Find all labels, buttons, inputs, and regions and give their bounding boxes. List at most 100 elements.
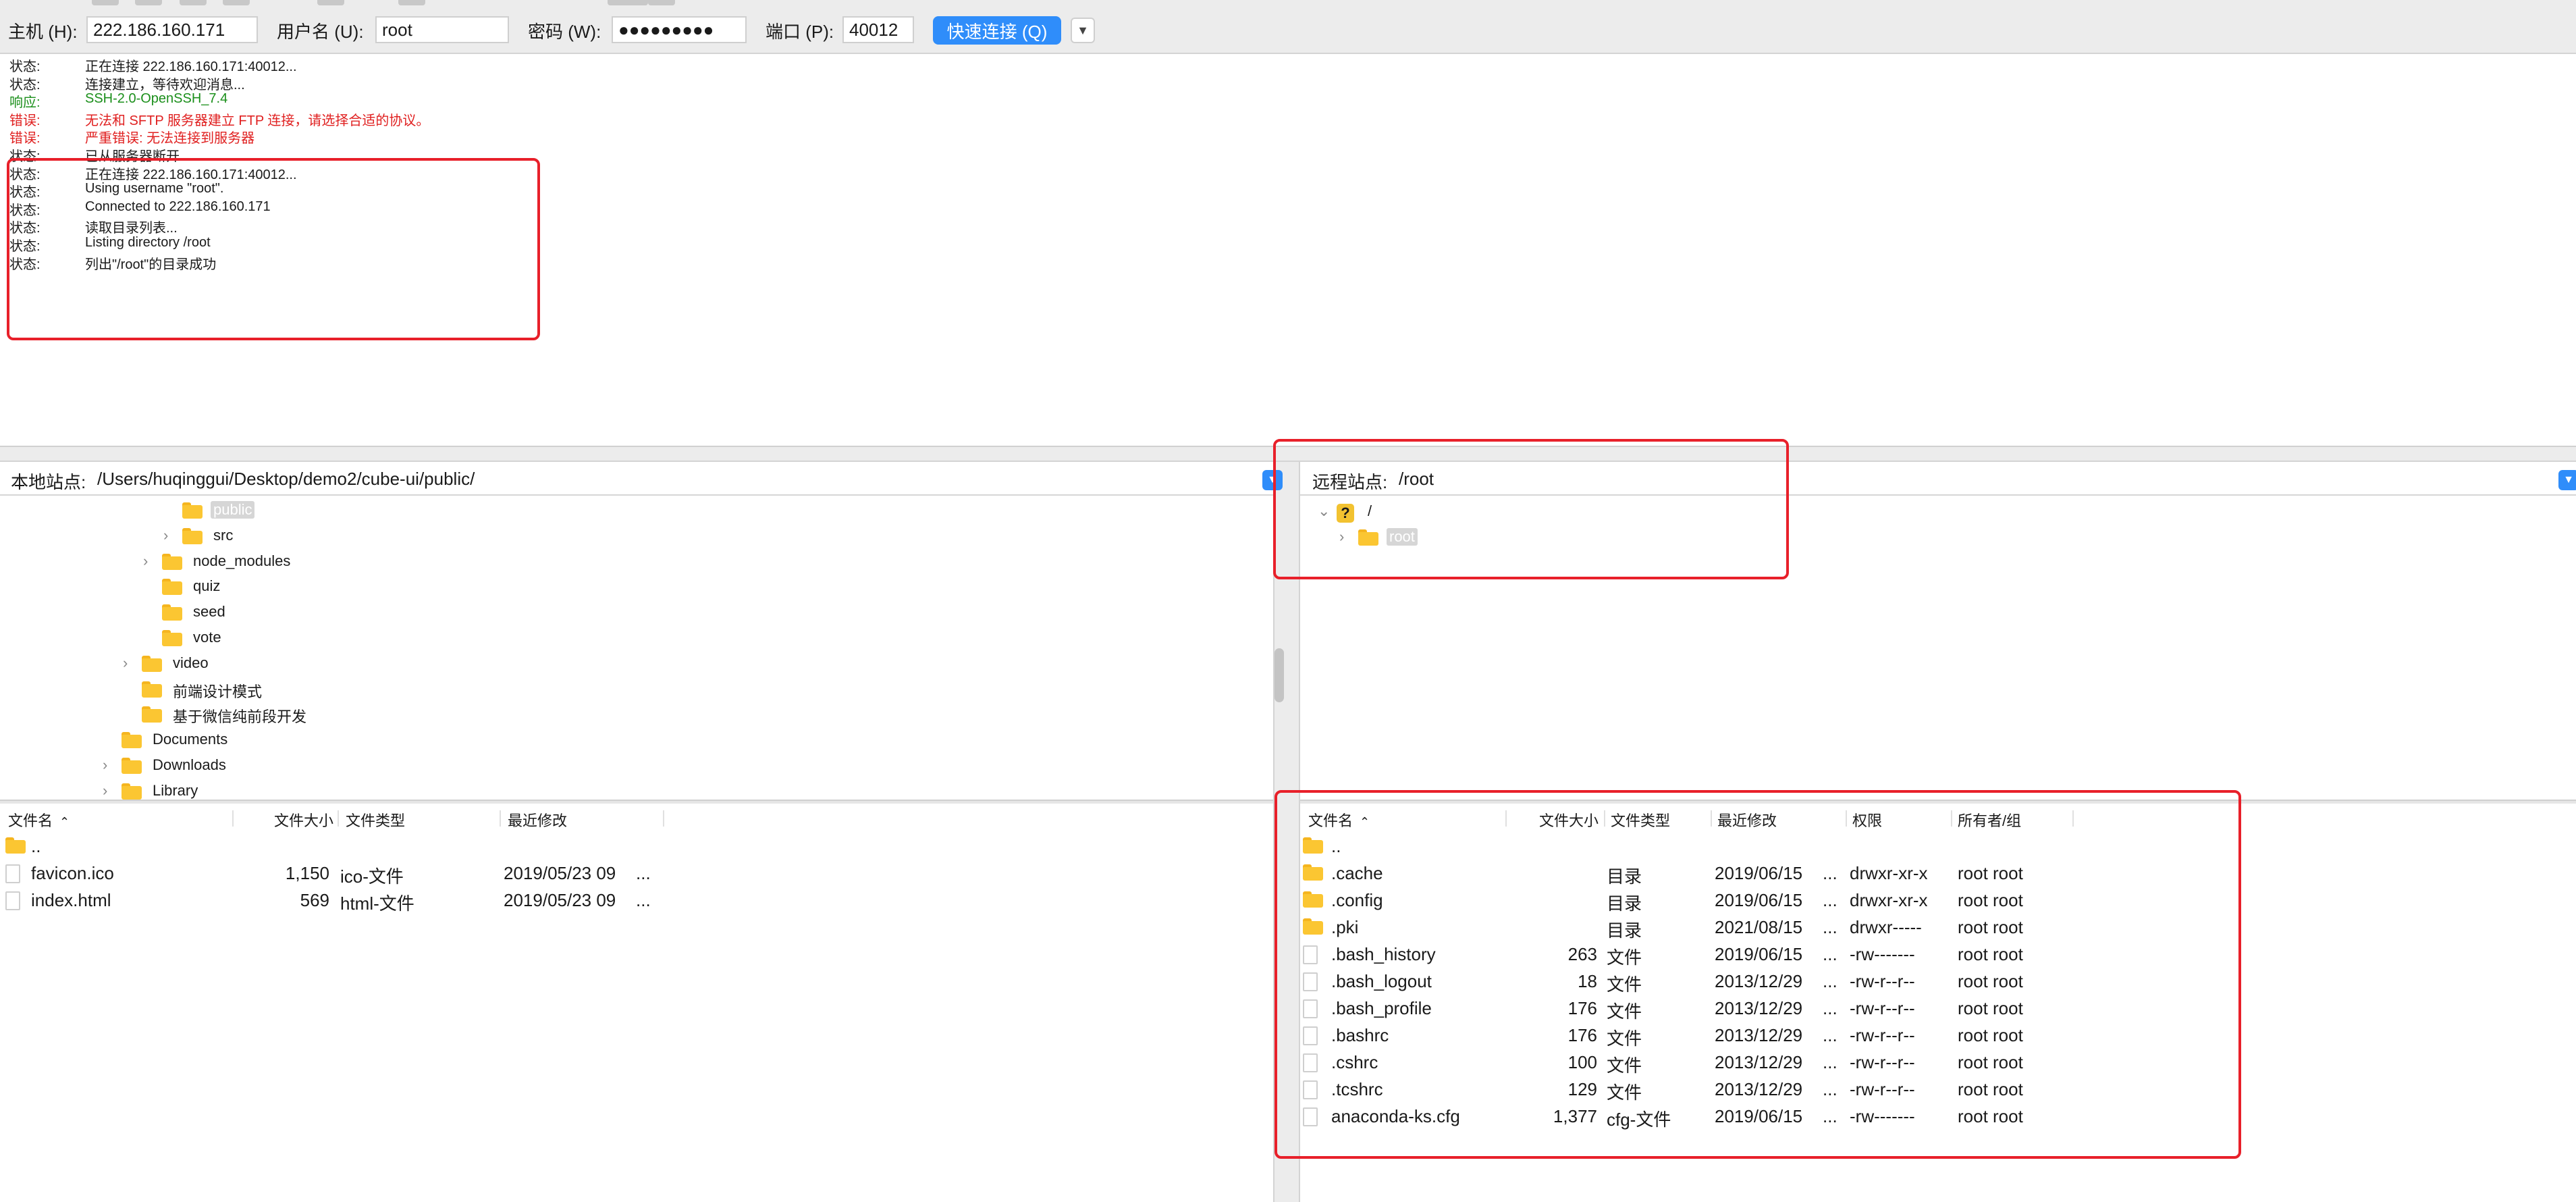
- folder-icon-wrap: [162, 604, 182, 621]
- log-text: 严重错误: 无法连接到服务器: [85, 131, 255, 147]
- folder-icon: [5, 837, 26, 854]
- toolbar-button-strip[interactable]: [398, 0, 425, 5]
- folder-icon: [182, 527, 203, 544]
- folder-icon: [122, 732, 142, 749]
- username-input[interactable]: [375, 16, 509, 43]
- local-file-list[interactable]: 文件名 ⌃ 文件大小 文件类型 最近修改 .. favicon.ico 1,150 ic…: [0, 804, 1273, 1202]
- log-kind: 状态:: [9, 77, 41, 93]
- file-row[interactable]: ..: [0, 832, 1273, 859]
- file-size: 569: [300, 890, 329, 910]
- tree-item-label: video: [173, 654, 209, 671]
- tree-item[interactable]: › src: [163, 524, 568, 548]
- folder-icon-wrap: [122, 783, 142, 800]
- log-kind: 错误:: [9, 131, 41, 147]
- log-line: 状态: 连接建立，等待欢迎消息...: [0, 74, 2576, 93]
- folder-icon-wrap: [122, 758, 142, 774]
- tree-item-label: seed: [193, 603, 225, 621]
- chevron-right-icon[interactable]: ›: [143, 552, 157, 570]
- chevron-right-icon[interactable]: ›: [123, 654, 136, 672]
- tree-item[interactable]: seed: [143, 600, 548, 625]
- file-name: index.html: [31, 890, 111, 910]
- column-name[interactable]: 文件名 ⌃: [8, 809, 70, 831]
- toolbar-button-strip[interactable]: [180, 0, 207, 5]
- local-tree-scrollbar[interactable]: [1274, 648, 1284, 702]
- tree-item-label: vote: [193, 629, 221, 646]
- log-kind: 响应:: [9, 95, 41, 111]
- host-input[interactable]: [86, 16, 258, 43]
- log-line: 状态: 正在连接 222.186.160.171:40012...: [0, 55, 2576, 74]
- log-text: SSH-2.0-OpenSSH_7.4: [85, 91, 228, 107]
- column-separator[interactable]: [663, 810, 664, 827]
- folder-icon: [162, 630, 182, 646]
- folder-icon-wrap: [162, 579, 182, 596]
- tree-item[interactable]: Documents: [103, 728, 508, 752]
- quickconnect-button[interactable]: 快速连接 (Q): [933, 16, 1061, 45]
- log-line: 错误: 严重错误: 无法连接到服务器: [0, 127, 2576, 147]
- log-kind: 状态:: [9, 59, 41, 74]
- annotation-box-remote-files: [1274, 790, 2241, 1159]
- toolbar-button-strip[interactable]: [223, 0, 250, 5]
- column-separator[interactable]: [338, 810, 339, 827]
- toolbar-button-strip[interactable]: [648, 0, 675, 5]
- log-line: 错误: 无法和 SFTP 服务器建立 FTP 连接，请选择合适的协议。: [0, 109, 2576, 128]
- host-label: 主机 (H):: [8, 22, 78, 42]
- column-separator[interactable]: [232, 810, 234, 827]
- tree-item[interactable]: › Downloads: [103, 754, 508, 778]
- local-path-input[interactable]: [93, 466, 1241, 492]
- column-type[interactable]: 文件类型: [346, 809, 405, 831]
- tree-item[interactable]: › Library: [103, 779, 508, 800]
- folder-icon-wrap: [182, 527, 203, 544]
- file-row[interactable]: favicon.ico 1,150 ico-文件 2019/05/23 09...: [0, 859, 1273, 887]
- tree-item-label: Documents: [153, 731, 228, 748]
- folder-icon: [162, 553, 182, 570]
- folder-icon-wrap: [142, 681, 162, 698]
- log-text: 连接建立，等待欢迎消息...: [85, 77, 245, 93]
- log-line: 响应: SSH-2.0-OpenSSH_7.4: [0, 91, 2576, 111]
- tree-item-label: public: [211, 501, 255, 519]
- local-directory-tree[interactable]: public › src › node_modulesquiz seed vote › vide…: [0, 497, 1273, 800]
- column-size[interactable]: 文件大小: [274, 809, 333, 831]
- tree-item-label: src: [213, 526, 234, 544]
- folder-icon: [122, 758, 142, 774]
- sort-ascending-icon: ⌃: [59, 815, 70, 829]
- tree-item[interactable]: 前端设计模式: [123, 677, 528, 702]
- password-label: 密码 (W):: [528, 22, 601, 42]
- tree-item[interactable]: › node_modules: [143, 550, 548, 574]
- tree-item[interactable]: › video: [123, 652, 528, 676]
- chevron-down-icon[interactable]: ▼: [2558, 470, 2576, 490]
- chevron-down-icon[interactable]: ▼: [1071, 18, 1095, 43]
- port-label: 端口 (P):: [766, 22, 834, 42]
- toolbar-button-strip[interactable]: [92, 0, 119, 5]
- tree-item[interactable]: public: [163, 498, 568, 523]
- file-row[interactable]: index.html 569 html-文件 2019/05/23 09...: [0, 886, 1273, 914]
- log-text: 正在连接 222.186.160.171:40012...: [85, 59, 297, 74]
- folder-icon: [182, 502, 203, 519]
- chevron-right-icon[interactable]: ›: [103, 782, 116, 800]
- tree-item[interactable]: vote: [143, 626, 548, 650]
- folder-icon: [162, 604, 182, 621]
- tree-item[interactable]: 基于微信纯前段开发: [123, 702, 528, 727]
- folder-icon-wrap: [162, 553, 182, 570]
- tree-item-label: node_modules: [193, 552, 291, 569]
- file-modified-ellipsis: ...: [636, 863, 651, 883]
- column-name-label: 文件名: [8, 812, 53, 829]
- toolbar-button-strip[interactable]: [608, 0, 648, 5]
- folder-icon-wrap: [142, 706, 162, 723]
- file-row-icon: [5, 837, 26, 854]
- port-input[interactable]: [842, 16, 914, 43]
- chevron-right-icon[interactable]: ›: [103, 756, 116, 774]
- tree-item-label: 前端设计模式: [173, 683, 263, 700]
- column-separator[interactable]: [500, 810, 501, 827]
- folder-icon-wrap: [162, 630, 182, 646]
- toolbar-button-strip[interactable]: [317, 0, 344, 5]
- log-text: 无法和 SFTP 服务器建立 FTP 连接，请选择合适的协议。: [85, 113, 430, 128]
- tree-item-label: quiz: [193, 577, 221, 595]
- tree-item[interactable]: quiz: [143, 575, 548, 599]
- toolbar-button-strip[interactable]: [135, 0, 162, 5]
- file-name: ..: [31, 836, 41, 856]
- column-modified[interactable]: 最近修改: [508, 809, 567, 831]
- password-input[interactable]: [612, 16, 747, 43]
- file-name: favicon.ico: [31, 863, 114, 883]
- annotation-box-log: [7, 158, 540, 340]
- chevron-right-icon[interactable]: ›: [163, 527, 177, 544]
